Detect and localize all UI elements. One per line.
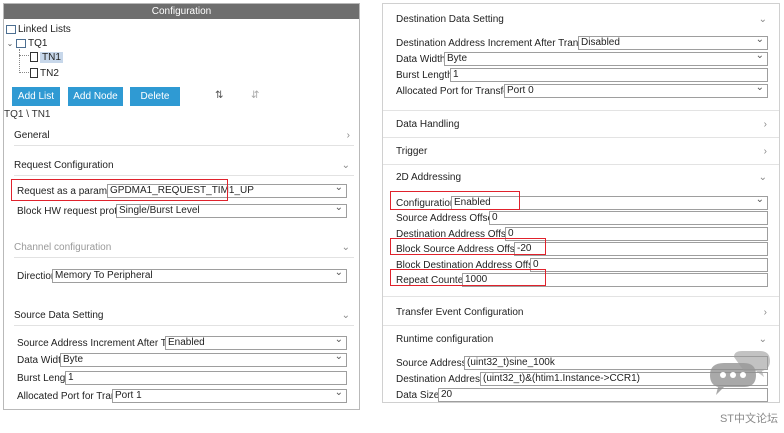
src-offset-label: Source Address Offset (396, 212, 496, 224)
divider (383, 110, 779, 111)
section-destination-data-setting[interactable]: Destination Data Setting ⌄ (396, 10, 771, 30)
section-channel-config-label: Channel configuration (14, 242, 112, 253)
src-offset-row: Source Address Offset (396, 211, 496, 225)
divider (383, 325, 779, 326)
node-icon (30, 68, 38, 78)
queue-icon (16, 38, 26, 48)
section-general[interactable]: General › (14, 126, 354, 146)
dst-incr-label: Destination Address Increment After Tran… (396, 37, 595, 49)
tree-label-queue: TQ1 (28, 37, 48, 49)
divider (383, 137, 779, 138)
dst-burst-label: Burst Length (396, 69, 453, 81)
section-runtime-configuration[interactable]: Runtime configuration ⌄ (396, 330, 771, 350)
configuration-panel: Configuration Linked Lists ⌄ TQ1 TN1 TN2… (3, 3, 360, 410)
section-2d-addressing-label: 2D Addressing (396, 172, 462, 183)
highlight-repeat-counter (390, 269, 546, 286)
dst-burst-input[interactable]: 1 (450, 68, 768, 82)
dst-incr-row: Destination Address Increment After Tran… (396, 36, 595, 50)
divider (383, 296, 779, 297)
chevron-right-icon: › (763, 119, 767, 130)
chevron-right-icon: › (346, 130, 350, 141)
section-transfer-event[interactable]: Transfer Event Configuration › (396, 303, 771, 323)
dst-burst-row: Burst Length (396, 68, 453, 82)
section-transfer-event-label: Transfer Event Configuration (396, 307, 524, 318)
data-size-label: Data Size (396, 389, 440, 401)
chevron-right-icon: › (763, 307, 767, 318)
direction-label: Direction (17, 270, 57, 282)
section-source-data-label: Source Data Setting (14, 310, 104, 321)
chevron-right-icon: › (763, 146, 767, 157)
tree-guide-line (19, 49, 20, 73)
tree-guide-line (19, 55, 29, 56)
src-port-select[interactable]: Port 1 (112, 389, 347, 403)
add-list-button[interactable]: Add List (12, 87, 60, 106)
chevron-down-icon: ⌄ (758, 172, 767, 183)
chat-bubble-icon (710, 351, 770, 395)
watermark: ST中文论坛 (704, 349, 778, 429)
dst-port-row: Allocated Port for Transfer (396, 84, 512, 98)
watermark-text: ST中文论坛 (719, 413, 778, 425)
divider (383, 164, 779, 165)
dst-port-select[interactable]: Port 0 (504, 84, 768, 98)
data-size-row: Data Size (396, 388, 439, 402)
tree-label-root: Linked Lists (18, 23, 71, 35)
src-data-width-select[interactable]: Byte (60, 353, 347, 367)
chevron-down-icon: ⌄ (758, 334, 767, 345)
block-hw-select[interactable]: Single/Burst Level (116, 204, 347, 218)
dst-addr-row: Destination Address (396, 372, 485, 386)
configuration-header: Configuration (4, 4, 359, 19)
section-request-configuration[interactable]: Request Configuration ⌄ (14, 156, 354, 176)
section-data-handling[interactable]: Data Handling › (396, 115, 771, 135)
section-data-handling-label: Data Handling (396, 119, 460, 130)
linked-list-tree: Linked Lists ⌄ TQ1 TN1 TN2 (6, 22, 71, 80)
section-request-config-label: Request Configuration (14, 160, 114, 171)
section-source-data-setting[interactable]: Source Data Setting ⌄ (14, 306, 354, 326)
sort-icon[interactable]: ⇅ (215, 90, 223, 101)
chevron-down-icon: ⌄ (341, 310, 350, 321)
tree-label-node-1: TN1 (40, 51, 63, 63)
list-icon (6, 24, 16, 34)
src-addr-row: Source Address (396, 356, 467, 370)
section-dest-data-label: Destination Data Setting (396, 14, 504, 25)
section-general-label: General (14, 130, 50, 141)
tree-guide-line (19, 72, 29, 73)
chevron-down-icon: ⌄ (758, 14, 767, 25)
block-dst-offset-input[interactable]: 0 (530, 258, 768, 272)
tree-item-tq1[interactable]: ⌄ TQ1 (6, 36, 71, 50)
block-src-offset-input[interactable]: -20 (514, 242, 768, 256)
section-2d-addressing[interactable]: 2D Addressing ⌄ (396, 168, 771, 188)
chevron-down-icon: ⌄ (341, 242, 350, 253)
tree-item-tn1[interactable]: TN1 (30, 50, 71, 64)
section-trigger-label: Trigger (396, 146, 428, 157)
src-burst-input[interactable]: 1 (65, 371, 347, 385)
node-icon (30, 52, 38, 62)
src-offset-input[interactable]: 0 (489, 211, 768, 225)
chevron-down-icon[interactable]: ⌄ (6, 39, 14, 48)
tree-item-tn2[interactable]: TN2 (30, 66, 71, 80)
dst-data-width-row: Data Width (396, 52, 445, 66)
tree-item-linked-lists[interactable]: Linked Lists (6, 22, 71, 36)
src-incr-select[interactable]: Enabled (165, 336, 347, 350)
chevron-down-icon: ⌄ (341, 160, 350, 171)
breadcrumb: TQ1 \ TN1 (4, 109, 51, 120)
dst-data-width-label: Data Width (396, 53, 446, 65)
add-node-button[interactable]: Add Node (68, 87, 123, 106)
dst-data-width-select[interactable]: Byte (444, 52, 768, 66)
delete-button[interactable]: Delete (130, 87, 180, 106)
highlight-block-src-offset (390, 238, 546, 255)
dst-addr-label: Destination Address (396, 373, 485, 385)
direction-select[interactable]: Memory To Peripheral (52, 269, 347, 283)
tree-label-node-2: TN2 (40, 67, 59, 79)
highlight-configuration (390, 191, 520, 210)
direction-row: Direction (17, 269, 56, 283)
section-trigger[interactable]: Trigger › (396, 142, 771, 162)
section-channel-configuration[interactable]: Channel configuration ⌄ (14, 238, 354, 258)
dst-incr-select[interactable]: Disabled (578, 36, 768, 50)
src-addr-label: Source Address (396, 357, 467, 369)
section-runtime-config-label: Runtime configuration (396, 334, 494, 345)
highlight-request-param (11, 179, 228, 201)
collapse-icon[interactable]: ⇵ (251, 90, 259, 101)
dst-port-label: Allocated Port for Transfer (396, 85, 513, 97)
